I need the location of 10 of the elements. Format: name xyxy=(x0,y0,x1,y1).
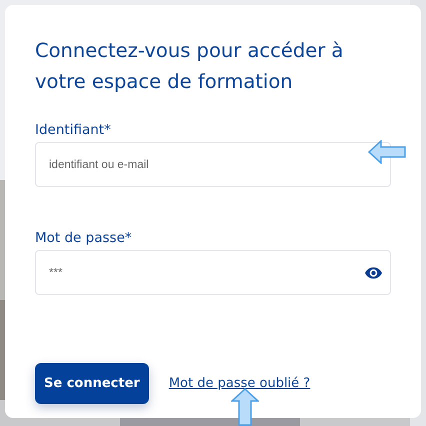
input-field[interactable]: identifiant ou e-mail xyxy=(35,142,391,187)
field-label: Identifiant* xyxy=(35,121,112,139)
form-title: Connectez-vous pour accéder à votre espace de formation xyxy=(35,38,344,95)
field-label: Mot de passe* xyxy=(35,229,133,247)
password-field[interactable]: *** xyxy=(35,250,391,295)
arrow-icon xyxy=(368,140,406,164)
login-button[interactable]: Se connecter xyxy=(35,363,149,404)
forgot-password-link[interactable]: Mot de passe oublié ? xyxy=(168,376,310,391)
eye-icon[interactable] xyxy=(365,267,382,279)
arrow-icon xyxy=(231,388,259,426)
